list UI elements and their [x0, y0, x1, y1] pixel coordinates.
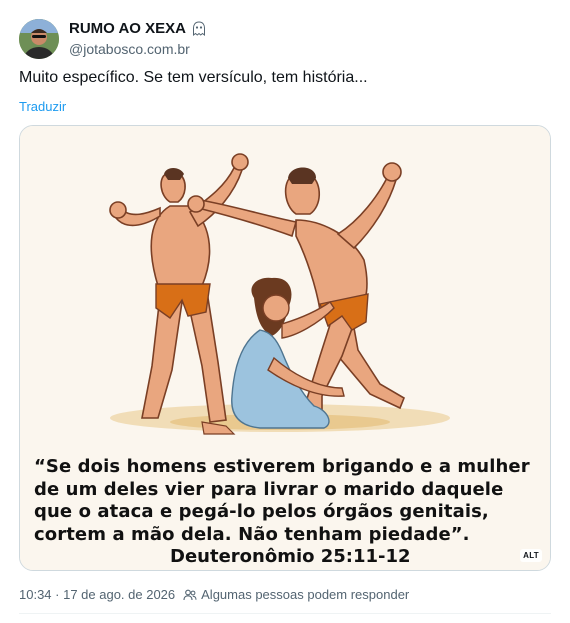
- author-handle[interactable]: @jotabosco.com.br: [69, 41, 190, 57]
- quote-line: de um deles vier para livrar o marido da…: [34, 478, 504, 500]
- quote-text: “Se dois homens estiverem brigando e a m…: [34, 456, 540, 546]
- avatar[interactable]: [19, 19, 59, 59]
- people-icon: [183, 589, 197, 600]
- post-meta: 10:34 · 17 de ago. de 2026 Algumas pesso…: [19, 587, 409, 602]
- author-name[interactable]: RUMO AO XEXA: [69, 20, 206, 37]
- translate-link[interactable]: Traduzir: [19, 99, 66, 114]
- avatar-image: [19, 19, 59, 59]
- quote-line: “Se dois homens estiverem brigando e a m…: [34, 456, 530, 477]
- author-name-text: RUMO AO XEXA: [69, 20, 186, 37]
- post-text: Muito específico. Se tem versículo, tem …: [19, 69, 368, 86]
- alt-badge[interactable]: ALT: [520, 549, 542, 562]
- timestamp[interactable]: 10:34 · 17 de ago. de 2026: [19, 587, 175, 602]
- ghost-icon: [192, 20, 205, 36]
- quote-line: cortem a mão dela. Não tenham piedade”.: [34, 523, 470, 545]
- divider: [19, 613, 551, 614]
- reply-setting: Algumas pessoas podem responder: [201, 587, 410, 602]
- quote-line: que o ataca e pegá-lo pelos órgãos genit…: [34, 501, 489, 522]
- bible-reference: Deuteronômio 25:11-12: [170, 546, 411, 567]
- post: RUMO AO XEXA @jotabosco.com.br Muito esp…: [0, 0, 570, 623]
- post-image[interactable]: “Se dois homens estiverem brigando e a m…: [19, 125, 551, 571]
